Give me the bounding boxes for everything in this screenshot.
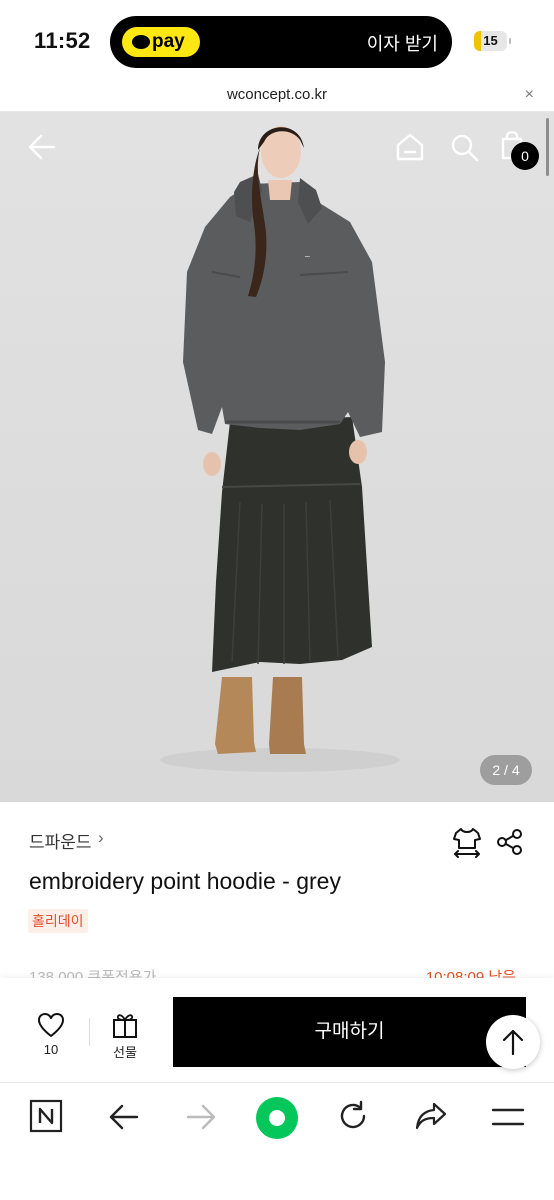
kakao-pay-badge: pay — [122, 27, 200, 57]
gift-icon — [113, 1014, 137, 1038]
naver-n-icon[interactable] — [29, 1099, 63, 1133]
heart-icon — [38, 1013, 64, 1037]
search-icon[interactable] — [450, 133, 480, 163]
price-line: 138,000 쿠폰적용가 — [29, 969, 157, 978]
product-photo: ~ — [160, 126, 400, 772]
divider — [89, 1018, 90, 1046]
battery-nub — [509, 38, 511, 44]
holiday-tag: 홀리데이 — [28, 909, 88, 933]
home-icon[interactable] — [395, 132, 425, 162]
arrow-left-icon[interactable] — [27, 133, 57, 161]
share-icon[interactable] — [496, 828, 524, 856]
kakao-bubble-icon — [132, 35, 150, 49]
gift-label: 선물 — [113, 1045, 137, 1060]
gift-button[interactable]: 선물 — [100, 1008, 150, 1062]
url-bar: wconcept.co.kr × — [0, 80, 554, 112]
clock: 11:52 — [34, 28, 91, 53]
menu-icon[interactable] — [491, 1107, 525, 1127]
naver-green-dot-icon[interactable] — [255, 1096, 299, 1140]
url-domain[interactable]: wconcept.co.kr — [0, 86, 554, 103]
arrow-up-icon — [502, 1029, 524, 1056]
browser-forward-icon[interactable] — [185, 1103, 217, 1131]
kakao-pay-label: pay — [152, 31, 185, 52]
brand-link[interactable]: 드파운드 — [29, 828, 92, 853]
interest-banner-text: 이자 받기 — [366, 34, 438, 54]
like-button[interactable]: 10 — [26, 1008, 76, 1062]
buy-button[interactable]: 구매하기 — [173, 997, 526, 1067]
svg-text:~: ~ — [304, 252, 311, 261]
chevron-right-icon[interactable]: › — [98, 828, 104, 848]
reload-icon[interactable] — [337, 1100, 369, 1132]
share-arrow-icon[interactable] — [414, 1101, 448, 1131]
scroll-to-top-button[interactable] — [486, 1015, 540, 1069]
close-icon[interactable]: × — [525, 86, 534, 104]
browser-back-icon[interactable] — [108, 1103, 140, 1131]
battery-icon: 15 — [474, 31, 511, 51]
battery-percent: 15 — [483, 33, 498, 48]
product-name: embroidery point hoodie - grey — [29, 868, 341, 894]
cart-count-badge[interactable]: 0 — [511, 142, 539, 170]
dynamic-island-kakaopay-banner[interactable]: pay 이자 받기 — [110, 16, 452, 68]
scroll-indicator — [546, 118, 549, 176]
status-bar: 11:52 pay 이자 받기 15 — [0, 0, 554, 80]
shirt-size-icon[interactable] — [452, 826, 482, 858]
countdown-timer: 10:08:09 남음 — [425, 969, 516, 978]
image-counter: 2 / 4 — [480, 755, 532, 785]
product-image-gallery[interactable]: ~ — [0, 112, 554, 802]
like-count: 10 — [43, 1042, 59, 1057]
